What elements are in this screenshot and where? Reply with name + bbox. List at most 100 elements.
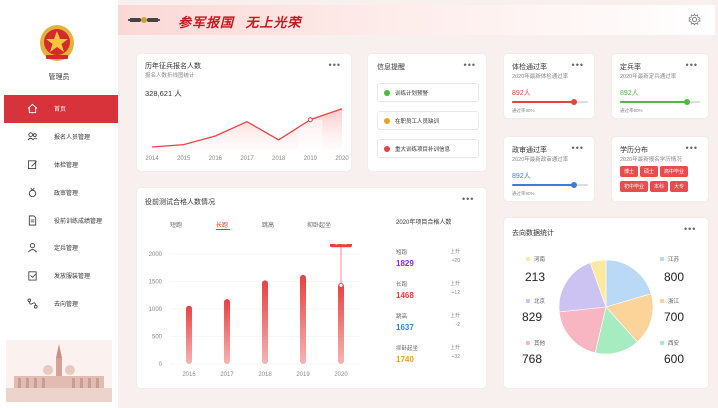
enrollment-line-chart: 2014 2015 2016 2017 2018 2019 2020 bbox=[145, 108, 349, 162]
notice-label: 在职员工人员缺训 bbox=[395, 118, 440, 125]
education-tag[interactable]: 高中毕业 bbox=[660, 166, 689, 177]
sidebar-item-label: 定兵管理 bbox=[54, 246, 79, 253]
legend-swatch bbox=[660, 341, 664, 345]
rate-progress-knob bbox=[684, 99, 690, 105]
tab-high-jump[interactable]: 跳高 bbox=[262, 220, 274, 229]
stat-change: +20 bbox=[451, 258, 460, 264]
stat-value: 1829 bbox=[396, 259, 414, 268]
review-rate-card: 政审通过率 2020年最新政审通过率 ••• 892人 通过率90% bbox=[504, 137, 594, 201]
bar bbox=[338, 283, 344, 364]
sidebar-item-political-review[interactable]: 政审管理 bbox=[4, 178, 118, 206]
stat-direction: 上升 bbox=[449, 313, 460, 319]
x-tick-label: 2017 bbox=[240, 156, 254, 162]
rate-progress-fill bbox=[512, 101, 573, 103]
stat-direction: 上升 bbox=[449, 249, 460, 255]
legend-zhejiang: 浙江 bbox=[660, 297, 679, 305]
sidebar: 管理员 首页 报名人员管理 体检管理 政审管理 役前训练成绩管理 定兵管理 发放… bbox=[0, 0, 118, 408]
bar bbox=[262, 280, 268, 364]
x-tick-label: 2015 bbox=[177, 156, 191, 162]
notice-item[interactable]: 重大训练项目补训信息 bbox=[377, 139, 479, 158]
y-tick-label: 1000 bbox=[149, 307, 163, 313]
x-tick-label: 2016 bbox=[209, 156, 223, 162]
tab-situps[interactable]: 抑卧起坐 bbox=[307, 220, 331, 229]
status-dot bbox=[384, 117, 390, 124]
value-zhejiang: 700 bbox=[664, 310, 685, 324]
x-tick-label: 2017 bbox=[220, 372, 234, 378]
sidebar-item-label: 役前训练成绩管理 bbox=[54, 218, 103, 225]
notice-item[interactable]: 训练计划预警 bbox=[377, 83, 479, 102]
rate-progress-knob bbox=[571, 182, 578, 188]
tab-long-run[interactable]: 长跑 bbox=[216, 220, 228, 229]
card-title: 去向数据统计 bbox=[512, 230, 554, 237]
education-tag[interactable]: 本科 bbox=[650, 181, 669, 192]
rate-progress-fill bbox=[512, 184, 573, 186]
rate-progress-bar bbox=[512, 182, 588, 188]
sidebar-item-physical-exam[interactable]: 体检管理 bbox=[4, 151, 118, 179]
education-tag[interactable]: 大专 bbox=[670, 181, 689, 192]
card-subtitle: 2020年最新体检通过率 bbox=[512, 74, 569, 80]
x-tick-label: 2016 bbox=[182, 372, 196, 378]
sidebar-item-label: 发放服装管理 bbox=[54, 274, 91, 281]
exam-rate-card: 体检通过率 2020年最新体检通过率 ••• 892人 通过率90% bbox=[504, 54, 594, 118]
more-menu-icon[interactable]: ••• bbox=[462, 194, 474, 204]
card-subtitle: 2020年最新政审通过率 bbox=[512, 157, 569, 163]
notice-item[interactable]: 在职员工人员缺训 bbox=[377, 111, 479, 130]
enrollment-card: 历年征兵报名人数 报名人数折线图统计 ••• 328,621 人 2014 201… bbox=[137, 54, 351, 171]
badge-icon bbox=[26, 186, 38, 198]
legend-swatch bbox=[660, 299, 664, 303]
legend-swatch bbox=[660, 257, 664, 261]
stat-delta: 上升 +32 bbox=[440, 344, 460, 360]
sidebar-item-uniform-issuance[interactable]: 发放服装管理 bbox=[4, 262, 118, 290]
legend-beijing: 北京 bbox=[526, 297, 545, 305]
education-tag[interactable]: 硕士 bbox=[640, 166, 659, 177]
x-tick-label: 2019 bbox=[304, 156, 318, 162]
x-tick-label: 2014 bbox=[145, 156, 159, 162]
more-menu-icon[interactable]: ••• bbox=[686, 143, 698, 153]
sidebar-item-destination[interactable]: 去向管理 bbox=[4, 290, 118, 318]
bar bbox=[300, 274, 306, 364]
rate-value: 892人 bbox=[620, 90, 639, 97]
notice-label: 重大训练项目补训信息 bbox=[395, 146, 451, 153]
legend-swatch bbox=[526, 341, 530, 345]
sidebar-item-label: 政审管理 bbox=[54, 190, 79, 197]
sidebar-item-home[interactable]: 首页 bbox=[4, 95, 118, 123]
legend-label: 浙江 bbox=[668, 299, 680, 305]
card-title: 定兵率 bbox=[620, 64, 641, 71]
legend-other: 其他 bbox=[526, 339, 545, 347]
stat-value: 1468 bbox=[396, 291, 414, 300]
bar bbox=[224, 299, 230, 364]
more-menu-icon[interactable]: ••• bbox=[684, 224, 696, 234]
sidebar-item-registration[interactable]: 报名人员管理 bbox=[4, 123, 118, 151]
education-tag[interactable]: 博士 bbox=[620, 166, 639, 177]
hover-point bbox=[307, 117, 313, 123]
y-tick-label: 0 bbox=[159, 362, 163, 368]
rate-progress-knob bbox=[571, 99, 578, 105]
stat-name: 长跑 bbox=[396, 282, 408, 288]
card-title: 政审通过率 bbox=[512, 147, 547, 154]
user-icon bbox=[26, 242, 38, 254]
stat-name: 跳高 bbox=[396, 314, 408, 320]
stat-long-run: 长跑 1468 bbox=[396, 280, 414, 300]
more-menu-icon[interactable]: ••• bbox=[572, 143, 584, 153]
gear-icon[interactable] bbox=[688, 13, 701, 26]
army-emblem-logo bbox=[40, 25, 74, 61]
stat-direction: 上升 bbox=[449, 281, 460, 287]
slogan-text: 参军报国 无上光荣 bbox=[178, 16, 302, 31]
sidebar-item-training-scores[interactable]: 役前训练成绩管理 bbox=[4, 206, 118, 234]
more-menu-icon[interactable]: ••• bbox=[572, 60, 584, 70]
legend-swatch bbox=[526, 257, 530, 261]
stat-direction: 上升 bbox=[449, 345, 460, 351]
tab-sprint[interactable]: 短跑 bbox=[170, 220, 182, 229]
rate-note: 通过率90% bbox=[512, 191, 535, 196]
legend-label: 西安 bbox=[668, 341, 680, 347]
legend-swatch bbox=[526, 299, 530, 303]
rate-note: 通过率90% bbox=[512, 108, 535, 113]
route-icon bbox=[26, 297, 38, 309]
sidebar-item-enlistment[interactable]: 定兵管理 bbox=[4, 234, 118, 262]
more-menu-icon[interactable]: ••• bbox=[686, 60, 698, 70]
value-xian: 600 bbox=[664, 352, 685, 366]
y-tick-label: 500 bbox=[152, 335, 163, 341]
more-menu-icon[interactable]: ••• bbox=[464, 60, 476, 70]
education-tag[interactable]: 初中毕业 bbox=[620, 181, 649, 192]
enlistment-rate-card: 定兵率 2020年最新定兵通过率 ••• 892人 通过率90% bbox=[612, 54, 708, 118]
